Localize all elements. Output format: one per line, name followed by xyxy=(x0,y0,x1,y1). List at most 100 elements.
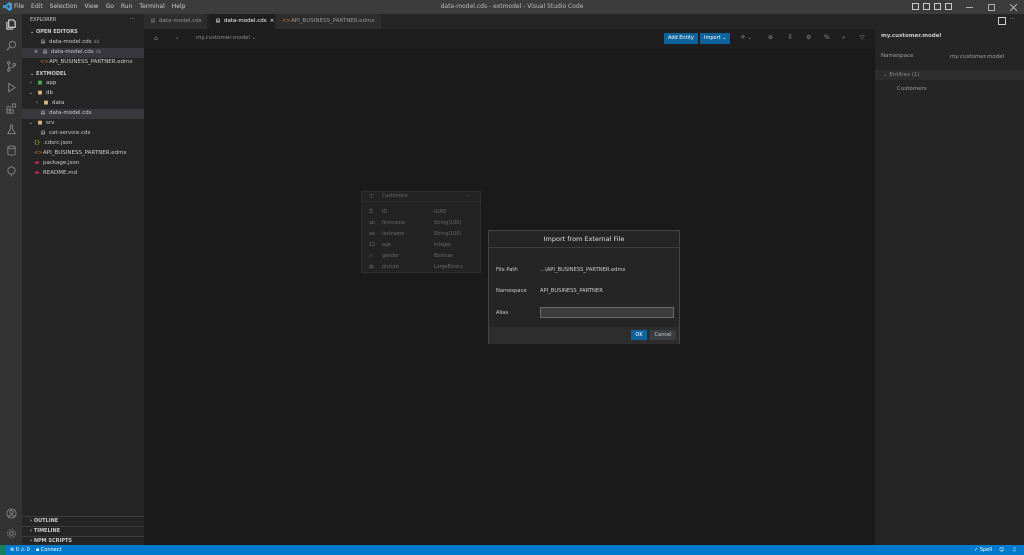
relationship-icon[interactable]: ⊕ xyxy=(768,34,773,41)
alias-label: Alias xyxy=(496,310,509,316)
close-window-icon[interactable] xyxy=(1002,0,1024,14)
npm-file-icon: ▬ xyxy=(34,160,40,166)
file-icon: ▤ xyxy=(40,110,46,116)
testing-flask-icon[interactable] xyxy=(4,122,18,136)
entity-field-row[interactable]: 12 age Integer xyxy=(362,241,482,251)
layout-icon[interactable]: ⊼ xyxy=(788,34,792,41)
tree-folder-srv[interactable]: ⌄ ■ srv xyxy=(22,119,144,129)
integer-type-icon: 12 xyxy=(369,243,376,248)
entities-section-header[interactable]: ⌄ Entities (1) xyxy=(875,70,1024,80)
explorer-more-icon[interactable]: ··· xyxy=(130,16,135,22)
entity-more-icon[interactable]: ··· xyxy=(466,192,471,202)
entity-field-row[interactable]: ▤ picture LargeBinary xyxy=(362,263,482,273)
status-bar: ⊗ 0 ⚠ 0 ▪ Connect ✓ Spell ☺ ♫ xyxy=(0,545,1024,555)
tree-folder-app[interactable]: › ■ app xyxy=(22,79,144,89)
entity-field-row[interactable]: ab lastname String(100) xyxy=(362,230,482,240)
extensions-icon[interactable] xyxy=(4,101,18,115)
run-debug-icon[interactable] xyxy=(4,80,18,94)
tree-file-readme[interactable]: ▬ README.md xyxy=(22,169,144,179)
chevron-right-icon: › xyxy=(36,100,38,106)
notifications-bell-icon[interactable]: ♫ xyxy=(1012,545,1016,555)
search-icon[interactable] xyxy=(4,38,18,52)
json-file-icon: {} xyxy=(34,140,41,146)
timeline-header[interactable]: › TIMELINE xyxy=(22,526,144,535)
minimize-icon[interactable] xyxy=(958,0,980,14)
accounts-icon[interactable] xyxy=(4,506,18,520)
remote-indicator-icon[interactable] xyxy=(0,545,6,555)
folder-icon: ■ xyxy=(37,80,43,86)
spell-check-item[interactable]: ✓ Spell xyxy=(974,545,992,555)
manage-gear-icon[interactable] xyxy=(4,526,18,540)
entity-card-customers[interactable]: ◫ Customers ··· ⚿ ID UUID ab firstname Strin… xyxy=(361,191,482,273)
entity-list-item[interactable]: Customers xyxy=(897,86,927,92)
close-tab-icon[interactable]: × xyxy=(270,18,275,24)
toggle-panel-icon[interactable] xyxy=(923,3,930,10)
entity-field-row[interactable]: ab firstname String(100) xyxy=(362,219,482,229)
alias-input[interactable] xyxy=(540,307,674,318)
namespace-value[interactable]: my.customer.model xyxy=(950,54,1004,60)
string-type-icon: ab xyxy=(369,221,375,226)
problems-count[interactable]: ⊗ 0 ⚠ 0 xyxy=(10,545,30,555)
tree-file-cdsrc[interactable]: {} .cdsrc.json xyxy=(22,139,144,149)
open-editor-item[interactable]: <>API_BUSINESS_PARTNER.edmx xyxy=(22,58,144,68)
close-icon[interactable]: × xyxy=(33,48,39,58)
back-chevron-icon[interactable]: ‹ xyxy=(176,35,178,42)
toggle-secondary-sidebar-icon[interactable] xyxy=(934,3,941,10)
tree-folder-db[interactable]: ⌄ ■ db xyxy=(22,89,144,99)
cancel-button[interactable]: Cancel xyxy=(650,330,676,340)
explorer-icon[interactable] xyxy=(4,17,18,31)
tab-edmx[interactable]: <>API_BUSINESS_PARTNER.edmx xyxy=(276,14,382,29)
namespace-value: API_BUSINESS_PARTNER xyxy=(540,288,603,294)
ok-button[interactable]: OK xyxy=(631,330,647,340)
tree-file-package-json[interactable]: ▬ package.json xyxy=(22,159,144,169)
customize-layout-icon[interactable] xyxy=(945,3,952,10)
feedback-icon[interactable]: ☺ xyxy=(999,545,1004,555)
tree-file-cat-service[interactable]: ▤ cat-service.cds xyxy=(22,129,144,139)
settings-icon[interactable]: ⚙ xyxy=(806,34,811,41)
entity-name: Customers xyxy=(382,194,408,199)
window-controls xyxy=(958,0,1024,14)
source-control-icon[interactable] xyxy=(4,59,18,73)
more-actions-icon[interactable]: ··· xyxy=(1010,16,1015,22)
file-icon: ▤ xyxy=(40,39,46,45)
open-editor-item-active[interactable]: × ▤ data-model.cds db xyxy=(22,48,144,58)
window-title: data-model.cds - extmodel - Visual Studi… xyxy=(440,3,584,10)
tree-folder-data[interactable]: › ■ data xyxy=(22,99,144,109)
entity-header: ◫ Customers ··· xyxy=(362,192,482,202)
workspace-header[interactable]: ⌄ EXTMODEL xyxy=(22,70,144,79)
properties-panel: my.customer.model Namespace my.customer.… xyxy=(875,29,1024,545)
maximize-icon[interactable] xyxy=(980,0,1002,14)
entity-icon: ◫ xyxy=(369,194,374,199)
open-editor-item[interactable]: ▤ data-model.cds db xyxy=(22,38,144,48)
tree-file-edmx[interactable]: <>API_BUSINESS_PARTNER.edmx xyxy=(22,149,144,159)
tree-view-icon[interactable] xyxy=(4,164,18,178)
xml-file-icon: <> xyxy=(40,59,49,65)
connect-item[interactable]: ▪ Connect xyxy=(36,545,62,555)
toggle-sidebar-icon[interactable] xyxy=(912,3,919,10)
home-icon[interactable]: ⌂ xyxy=(154,35,158,42)
entity-field-row[interactable]: ✓ gender Boolean xyxy=(362,252,482,262)
search-icon[interactable]: ⌕ xyxy=(842,34,845,42)
folder-icon: ■ xyxy=(37,120,43,126)
split-editor-icon[interactable] xyxy=(998,17,1006,25)
filter-icon[interactable]: ▽ xyxy=(860,34,865,41)
tab-data-model-2[interactable]: ▤ data-model.cds × xyxy=(209,14,275,29)
database-icon[interactable] xyxy=(4,143,18,157)
file-icon: ▤ xyxy=(215,18,221,24)
open-editors-header[interactable]: ⌄ OPEN EDITORS xyxy=(22,28,144,37)
import-button[interactable]: Import ⌄ xyxy=(700,33,731,44)
add-dropdown-icon[interactable]: + ⌄ xyxy=(740,33,752,41)
tree-file-data-model[interactable]: ▤ data-model.cds xyxy=(22,109,144,119)
percent-icon[interactable]: % xyxy=(824,34,830,41)
folder-icon: ■ xyxy=(37,90,43,96)
npm-scripts-header[interactable]: › NPM SCRIPTS xyxy=(22,536,144,545)
add-entity-button[interactable]: Add Entity xyxy=(664,33,698,44)
sidebar-bottom-panels: › OUTLINE › TIMELINE › NPM SCRIPTS xyxy=(22,516,144,545)
namespace-breadcrumb[interactable]: my.customer.model ⌄ xyxy=(196,35,256,41)
file-path-value: ...\API_BUSINESS_PARTNER.edmx xyxy=(540,267,626,273)
outline-header[interactable]: › OUTLINE xyxy=(22,516,144,525)
tab-data-model-1[interactable]: ▤ data-model.cds xyxy=(144,14,208,29)
explorer-title: EXPLORER xyxy=(30,17,57,23)
entity-field-row[interactable]: ⚿ ID UUID xyxy=(362,208,482,218)
panel-title: my.customer.model xyxy=(881,33,942,39)
